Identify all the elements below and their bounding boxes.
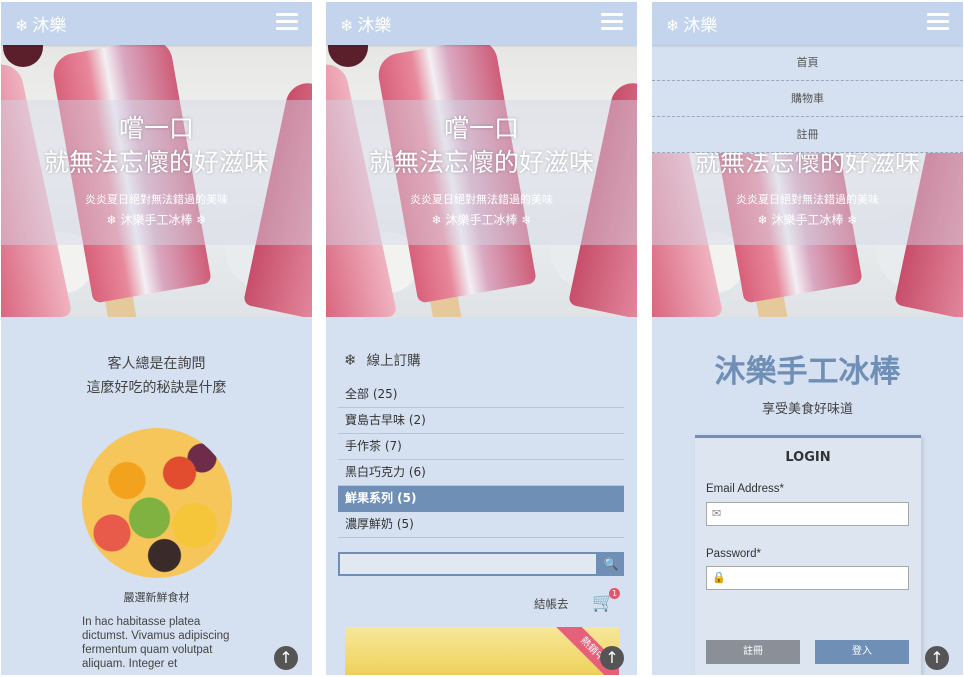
hero-subtitle: 炎炎夏日絕對無法錯過的美味 xyxy=(736,193,879,206)
hero-brand-tagline: ❄ 沐樂手工冰棒 ❄ xyxy=(106,213,207,227)
hero-brand-tagline: ❄ 沐樂手工冰棒 ❄ xyxy=(757,213,858,227)
login-button[interactable]: 登入 xyxy=(815,640,909,664)
hero-headline-1: 嚐一口 xyxy=(443,114,519,143)
checkout-link[interactable]: 結帳去 xyxy=(534,596,569,612)
category-list: 全部 (25) 寶島古早味 (2) 手作茶 (7) 黑白巧克力 (6) 鮮果系列… xyxy=(338,382,624,538)
search-input[interactable] xyxy=(338,552,598,576)
cart-count-badge: 1 xyxy=(609,588,620,599)
navbar: ❄ 沐樂 xyxy=(1,2,312,45)
login-heading: LOGIN xyxy=(785,450,831,465)
hero-subtitle: 炎炎夏日絕對無法錯過的美味 xyxy=(85,193,228,206)
menu-item-home[interactable]: 首頁 xyxy=(652,45,963,81)
fresh-fruit-image xyxy=(82,428,232,578)
category-item[interactable]: 全部 (25) xyxy=(338,382,624,408)
menu-item-cart[interactable]: 購物車 xyxy=(652,81,963,117)
hero-subtitle: 炎炎夏日絕對無法錯過的美味 xyxy=(410,193,553,206)
category-item[interactable]: 寶島古早味 (2) xyxy=(338,408,624,434)
scroll-to-top-icon[interactable]: ↑ xyxy=(274,646,298,670)
envelope-icon: ✉ xyxy=(712,507,722,520)
mobile-login-view: ❄沐樂 首頁 購物車 註冊 嚐一口 就無法忘懷的好滋味 炎炎夏日絕對無法錯過的美… xyxy=(652,2,963,675)
brand-name: 沐樂 xyxy=(357,16,392,36)
online-order-heading: ❄ 線上訂購 xyxy=(344,351,421,369)
navbar: ❄ 沐樂 xyxy=(652,2,963,45)
category-item[interactable]: 手作茶 (7) xyxy=(338,434,624,460)
login-form: LOGIN Email Address* ✉ Password* 🔒 註冊 登入 xyxy=(695,435,921,675)
secret-question: 客人總是在詢問 這麼好吃的秘訣是什麼 xyxy=(86,356,227,396)
email-label: Email Address* xyxy=(706,483,784,495)
mobile-order-view: ❄ 沐樂 嚐一口 就無法忘懷的好滋味 炎炎夏日絕對無法錯過的美味 ❄ 沐樂手工冰棒… xyxy=(326,2,637,675)
password-label: Password* xyxy=(706,548,761,560)
password-field[interactable]: 🔒 xyxy=(706,566,909,590)
snowflake-icon: ❄ xyxy=(344,351,357,369)
page-subtitle: 享受美食好味道 xyxy=(761,402,853,417)
page-title: 沐樂手工冰棒 xyxy=(714,354,901,390)
category-item[interactable]: 黑白巧克力 (6) xyxy=(338,460,624,486)
hero-banner: 嚐一口 就無法忘懷的好滋味 炎炎夏日絕對無法錯過的美味 ❄ 沐樂手工冰棒 ❄ xyxy=(326,45,637,317)
dropdown-nav-menu: 首頁 購物車 註冊 xyxy=(652,45,963,153)
hero-caption: 嚐一口 就無法忘懷的好滋味 炎炎夏日絕對無法錯過的美味 ❄ 沐樂手工冰棒 ❄ xyxy=(1,100,312,245)
mobile-home-view: ❄ 沐樂 嚐一口 就無法忘懷的好滋味 炎炎夏日絕對無法錯過的美味 ❄ 沐樂手工冰棒… xyxy=(1,2,312,675)
hero-headline-2: 就無法忘懷的好滋味 xyxy=(368,148,594,177)
category-item[interactable]: 濃厚鮮奶 (5) xyxy=(338,512,624,538)
fruit-caption: 嚴選新鮮食材 xyxy=(123,591,190,604)
brand-name: 沐樂 xyxy=(683,16,718,36)
hero-banner: 嚐一口 就無法忘懷的好滋味 炎炎夏日絕對無法錯過的美味 ❄ 沐樂手工冰棒 ❄ xyxy=(1,45,312,317)
search-bar: 🔍 xyxy=(338,552,624,576)
scroll-to-top-icon[interactable]: ↑ xyxy=(925,646,949,670)
snowflake-icon: ❄ xyxy=(340,16,354,35)
brand-name: 沐樂 xyxy=(32,16,67,36)
email-field[interactable]: ✉ xyxy=(706,502,909,526)
brand-logo[interactable]: ❄ 沐樂 xyxy=(15,11,66,36)
snowflake-icon: ❄ xyxy=(15,16,29,35)
hamburger-menu-icon[interactable] xyxy=(601,13,623,31)
search-icon[interactable]: 🔍 xyxy=(598,552,624,576)
category-item-active[interactable]: 鮮果系列 (5) xyxy=(338,486,624,512)
register-button[interactable]: 註冊 xyxy=(706,640,800,664)
hero-headline-1: 嚐一口 xyxy=(118,114,194,143)
lock-icon: 🔒 xyxy=(712,571,726,584)
product-card[interactable]: 熱銷中 xyxy=(345,627,619,675)
navbar: ❄ 沐樂 xyxy=(326,2,637,45)
hero-brand-tagline: ❄ 沐樂手工冰棒 ❄ xyxy=(431,213,532,227)
menu-item-register[interactable]: 註冊 xyxy=(652,117,963,153)
hamburger-menu-icon[interactable] xyxy=(927,13,949,31)
brand-logo[interactable]: ❄ 沐樂 xyxy=(666,11,717,36)
snowflake-icon: ❄ xyxy=(666,16,680,35)
hamburger-menu-icon[interactable] xyxy=(276,13,298,31)
body-text: In hac habitasse platea dictumst. Vivamu… xyxy=(82,616,230,670)
hero-headline-2: 就無法忘懷的好滋味 xyxy=(43,148,269,177)
hero-caption: 嚐一口 就無法忘懷的好滋味 炎炎夏日絕對無法錯過的美味 ❄ 沐樂手工冰棒 ❄ xyxy=(326,100,637,245)
scroll-to-top-icon[interactable]: ↑ xyxy=(600,646,624,670)
brand-logo[interactable]: ❄ 沐樂 xyxy=(340,11,391,36)
